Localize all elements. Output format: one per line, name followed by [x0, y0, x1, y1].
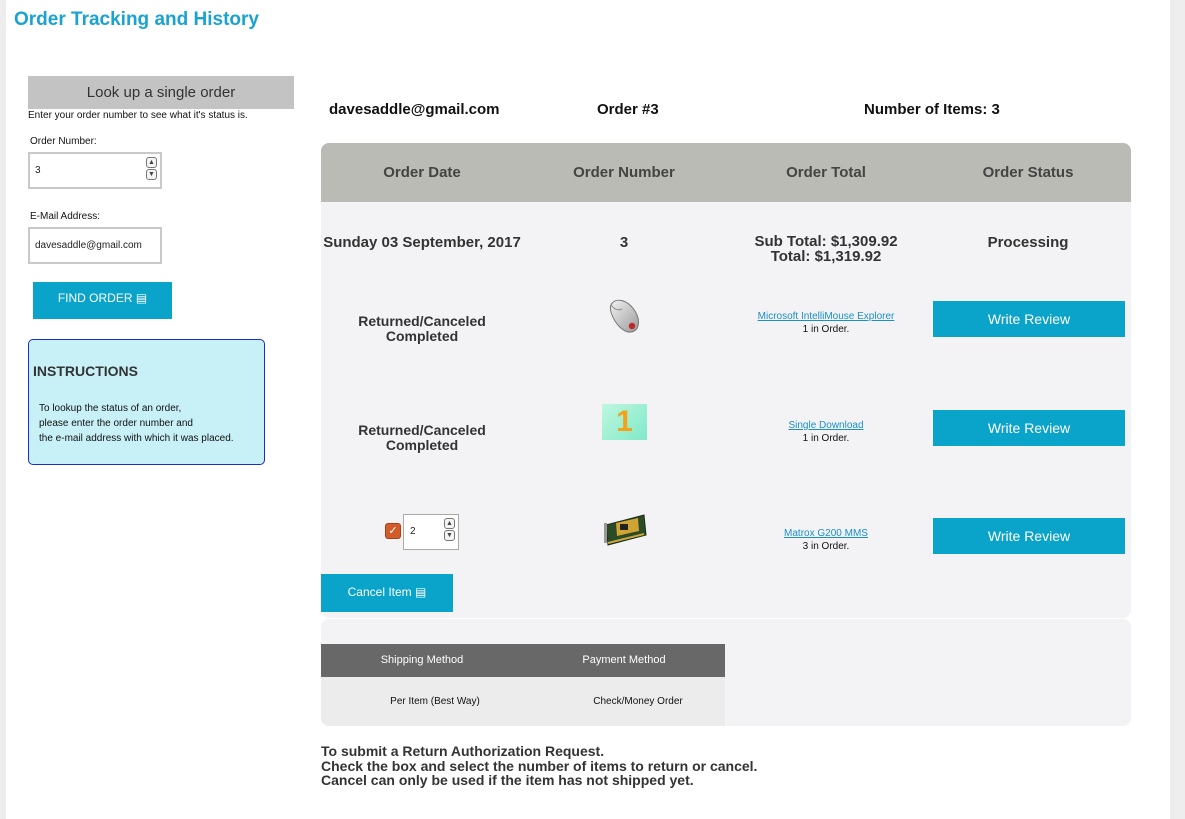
return-instructions-line: To submit a Return Authorization Request…: [321, 743, 605, 759]
order-grand-total: Total: $1,319.92: [770, 248, 882, 265]
instructions-line: please enter the order number and: [39, 418, 193, 429]
header-payment-method: Payment Method: [582, 654, 666, 666]
cancel-item-button[interactable]: Cancel Item ▤: [321, 574, 453, 612]
item-status-line: Completed: [385, 437, 459, 453]
header-order-number: Order Number: [573, 164, 675, 181]
item-info: Microsoft IntelliMouse Explorer 1 in Ord…: [725, 311, 927, 335]
item-info: Matrox G200 MMS 3 in Order.: [725, 528, 927, 552]
item-status: Returned/Canceled Completed: [321, 314, 523, 344]
summary-item-count: Number of Items: 3: [864, 101, 1000, 118]
header-order-date: Order Date: [383, 164, 461, 181]
return-quantity-stepper[interactable]: ▲ ▼: [444, 518, 455, 542]
order-number: 3: [619, 234, 629, 251]
item-status-line: Returned/Canceled: [358, 422, 486, 438]
stepper-down-icon[interactable]: ▼: [146, 169, 157, 180]
email-label: E-Mail Address:: [30, 211, 101, 222]
order-total: Sub Total: $1,309.92 Total: $1,319.92: [725, 234, 927, 264]
write-review-button[interactable]: Write Review: [933, 301, 1125, 337]
instructions-line: To lookup the status of an order,: [39, 403, 182, 414]
item-info: Single Download 1 in Order.: [725, 420, 927, 444]
product-quantity: 1 in Order.: [802, 433, 850, 444]
instructions-line: the e-mail address with which it was pla…: [39, 433, 234, 444]
return-quantity-input[interactable]: 2 ▲ ▼: [403, 514, 459, 550]
header-order-status: Order Status: [982, 164, 1074, 181]
find-order-button[interactable]: FIND ORDER ▤: [33, 282, 172, 319]
item-status-line: Returned/Canceled: [358, 313, 486, 329]
order-number-label: Order Number:: [30, 136, 97, 147]
product-quantity: 3 in Order.: [802, 541, 850, 552]
order-subtotal: Sub Total: $1,309.92: [754, 233, 898, 250]
summary-email: davesaddle@gmail.com: [329, 101, 500, 118]
download-badge: 1: [616, 405, 633, 438]
mouse-image: [609, 299, 639, 333]
lookup-help-text: Enter your order number to see what it's…: [28, 110, 248, 121]
summary-order-number: Order #3: [597, 101, 659, 118]
instructions-title: INSTRUCTIONS: [33, 363, 138, 379]
order-card: Order Date Order Number Order Total Orde…: [321, 143, 1131, 618]
return-checkbox[interactable]: ✓: [385, 523, 401, 539]
page: Order Tracking and History Look up a sin…: [6, 0, 1170, 819]
download-image: 1: [602, 404, 647, 440]
item-status: Returned/Canceled Completed: [321, 423, 523, 453]
payment-method: Check/Money Order: [593, 696, 683, 707]
email-input[interactable]: davesaddle@gmail.com: [28, 227, 162, 264]
instructions-text: To lookup the status of an order, please…: [39, 401, 234, 446]
header-order-total: Order Total: [786, 164, 866, 181]
order-status: Processing: [987, 234, 1069, 251]
header-shipping-method: Shipping Method: [380, 654, 464, 666]
shipping-table-header: Shipping Method Payment Method: [321, 644, 725, 677]
shipping-card: Shipping Method Payment Method Per Item …: [321, 619, 1131, 726]
graphics-card-image: [604, 514, 647, 546]
order-number-value: 3: [35, 165, 41, 176]
return-quantity-value: 2: [410, 526, 416, 537]
email-value: davesaddle@gmail.com: [35, 240, 142, 251]
return-instructions: To submit a Return Authorization Request…: [321, 744, 757, 788]
product-link[interactable]: Matrox G200 MMS: [725, 528, 927, 539]
order-table-header: Order Date Order Number Order Total Orde…: [321, 143, 1131, 202]
product-link[interactable]: Microsoft IntelliMouse Explorer: [725, 311, 927, 322]
order-number-stepper[interactable]: ▲ ▼: [146, 157, 157, 181]
stepper-down-icon[interactable]: ▼: [444, 530, 455, 541]
order-date: Sunday 03 September, 2017: [323, 234, 521, 251]
page-title: Order Tracking and History: [14, 9, 259, 30]
return-instructions-line: Check the box and select the number of i…: [321, 757, 758, 774]
stepper-up-icon[interactable]: ▲: [146, 157, 157, 168]
shipping-table-row: Per Item (Best Way) Check/Money Order: [321, 677, 725, 726]
item-status-line: Completed: [385, 328, 459, 344]
write-review-button[interactable]: Write Review: [933, 518, 1125, 554]
order-number-input[interactable]: 3 ▲ ▼: [28, 152, 162, 189]
stepper-up-icon[interactable]: ▲: [444, 518, 455, 529]
product-link[interactable]: Single Download: [725, 420, 927, 431]
lookup-header: Look up a single order: [28, 76, 294, 109]
shipping-method: Per Item (Best Way): [390, 696, 480, 707]
return-instructions-line: Cancel can only be used if the item has …: [321, 772, 694, 788]
product-quantity: 1 in Order.: [802, 324, 850, 335]
write-review-button[interactable]: Write Review: [933, 410, 1125, 446]
instructions-box: INSTRUCTIONS To lookup the status of an …: [28, 339, 265, 465]
